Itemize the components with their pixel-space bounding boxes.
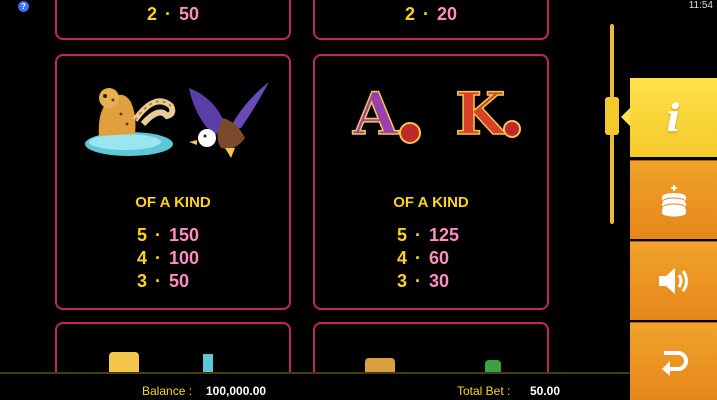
gem-icon (399, 122, 421, 144)
pay-row: 3 · 30 (397, 271, 450, 291)
help-icon[interactable]: ? (18, 1, 29, 12)
partial-symbols (365, 358, 501, 372)
pay-row: 2 · 20 (404, 4, 458, 24)
back-button[interactable] (630, 322, 717, 400)
pay-row: 5 · 150 (137, 225, 200, 245)
back-arrow-icon (661, 350, 688, 376)
pay-amount: 20 (436, 4, 458, 24)
info-pointer (621, 108, 630, 126)
of-a-kind-label: OF A KIND (393, 194, 469, 211)
total-bet-value: 50.00 (530, 384, 561, 398)
pay-count: 2 (404, 4, 415, 24)
pay-list: 5 · 150 4 · 100 3 · 50 (57, 224, 289, 293)
sound-button[interactable] (630, 241, 717, 320)
of-a-kind-label: OF A KIND (135, 194, 211, 211)
gem-icon (503, 120, 521, 138)
jaguar-symbol (85, 88, 176, 156)
paytable-card-jaguar-eagle: OF A KIND 5 · 150 4 · 100 3 · 50 (55, 54, 291, 310)
total-bet-label: Total Bet : (457, 384, 511, 398)
paytable-card-bottom-right (313, 322, 549, 372)
a-symbol: A (352, 79, 399, 149)
pay-row: 4 · 60 (397, 248, 450, 268)
partial-symbols (109, 352, 213, 372)
pay-list: 5 · 125 4 · 60 3 · 30 (315, 224, 547, 293)
speaker-icon (658, 268, 688, 294)
paytable-card-top-right: 2 · 20 (313, 0, 549, 40)
pay-count: 2 (146, 4, 157, 24)
pay-row: 3 · 50 (137, 271, 190, 291)
pay-row: 5 · 125 (397, 225, 460, 245)
bet-button[interactable] (630, 160, 717, 239)
info-icon: i (666, 95, 681, 140)
footer-bar: Balance : 100,000.00 Total Bet : 50.00 (0, 372, 630, 400)
balance-value: 100,000.00 (206, 384, 267, 398)
pay-row: 2 · 50 (146, 4, 200, 24)
coins-icon (661, 185, 686, 217)
info-button[interactable]: i (630, 78, 717, 157)
eagle-symbol (189, 82, 269, 158)
paytable: ? 2 · 50 2 · 20 OF A KIND 5 · 150 4 · 10… (0, 0, 630, 372)
scrollbar-thumb[interactable] (605, 97, 619, 135)
pay-row: 4 · 100 (137, 248, 200, 268)
paytable-card-top-left: 2 · 50 (55, 0, 291, 40)
paytable-card-bottom-left (55, 322, 291, 372)
balance-label: Balance : (142, 384, 193, 398)
pay-amount: 50 (178, 4, 200, 24)
paytable-card-a-k: A K OF A KIND 5 · 125 4 · 60 3 · 30 (313, 54, 549, 310)
k-symbol: K (454, 79, 506, 149)
status-time: 11:54 (688, 0, 713, 11)
